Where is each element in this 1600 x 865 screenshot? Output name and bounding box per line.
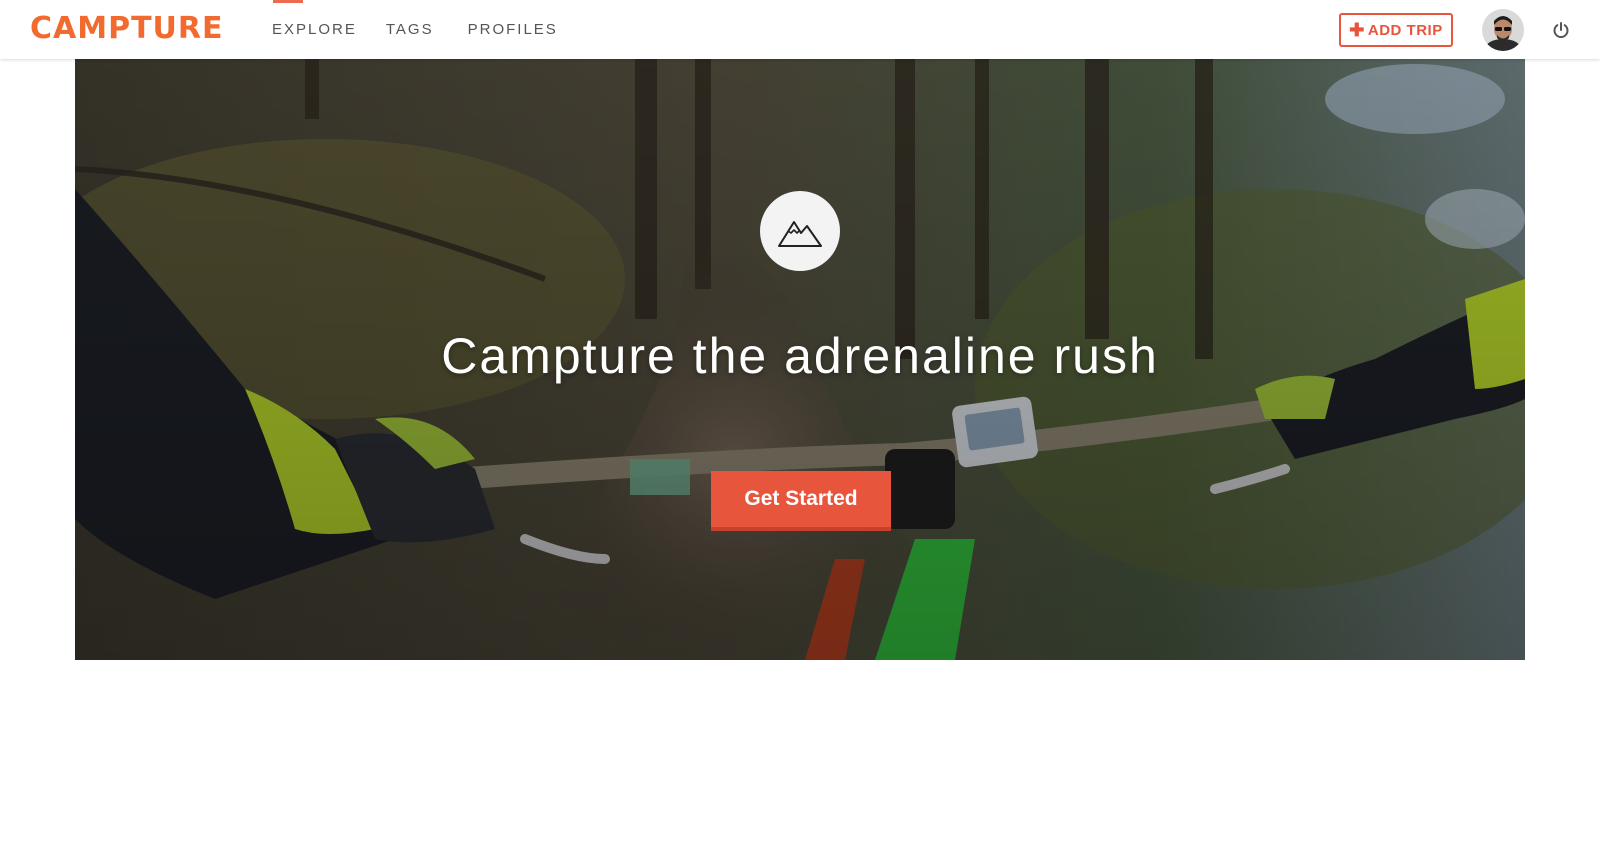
avatar-image [1482,9,1524,51]
nav-explore[interactable]: EXPLORE [272,0,357,59]
top-navbar: CAMPTURE EXPLORE TAGS PROFILES ✚ ADD TRI… [0,0,1600,59]
power-icon[interactable] [1551,20,1571,40]
add-trip-button[interactable]: ✚ ADD TRIP [1339,13,1453,47]
plus-icon: ✚ [1349,20,1365,40]
user-avatar[interactable] [1482,9,1524,51]
campture-logo[interactable]: CAMPTURE [30,12,224,46]
logo-text: CAMPTURE [30,11,224,46]
nav-tags[interactable]: TAGS [386,0,434,59]
get-started-button[interactable]: Get Started [711,471,891,531]
mountain-icon [760,191,840,271]
hero-banner: Campture the adrenaline rush Get Started [75,59,1525,660]
main-nav: EXPLORE TAGS PROFILES [272,0,587,59]
nav-profiles[interactable]: PROFILES [468,0,558,59]
hero-title: Campture the adrenaline rush [441,328,1159,384]
add-trip-label: ADD TRIP [1367,21,1443,39]
